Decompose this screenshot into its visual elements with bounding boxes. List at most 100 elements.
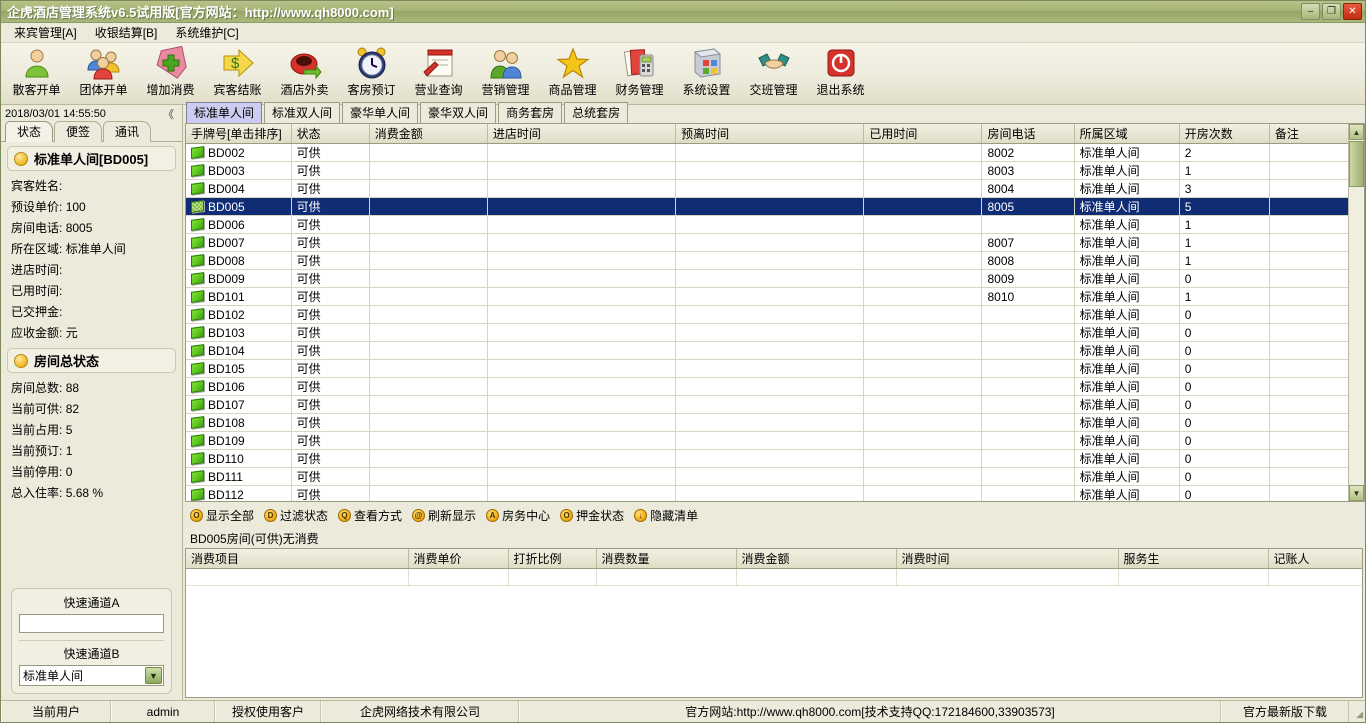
body-container: 2018/03/01 14:55:50 《 状态 便签 通讯 标准单人间[BD0… [1,102,1365,700]
field-area: 所在区域: 标准单人间 [7,238,176,259]
table-row[interactable]: BD005 可供 8005 标准单人间 5 [186,197,1364,216]
col-card-number[interactable]: 手牌号[单击排序] [186,124,292,144]
col-consume-quantity[interactable]: 消费数量 [596,549,737,569]
table-row[interactable]: BD111 可供 标准单人间 0 [186,467,1364,486]
shift-handover-icon [757,46,791,80]
room-number-text: BD102 [208,307,245,322]
toolbar-marketing[interactable]: 营销管理 [472,43,539,103]
tab-business-suite[interactable]: 商务套房 [498,102,563,123]
table-row[interactable]: BD104 可供 标准单人间 0 [186,341,1364,360]
table-row[interactable]: BD107 可供 标准单人间 0 [186,395,1364,414]
col-consume-time[interactable]: 消费时间 [896,549,1119,569]
field-label: 当前预订: [11,444,63,458]
action-hide-list[interactable]: ↓ 隐藏清单 [634,507,698,524]
table-row[interactable]: BD103 可供 标准单人间 0 [186,323,1364,342]
resize-grip-icon[interactable]: ◢ [1349,701,1365,722]
action-refresh[interactable]: @ 刷新显示 [412,507,476,524]
toolbar-goods-management[interactable]: 商品管理 [539,43,606,103]
sidebar-tab-communication[interactable]: 通讯 [103,121,152,142]
col-consume-unit-price[interactable]: 消费单价 [408,549,509,569]
toolbar-exit-system[interactable]: 退出系统 [807,43,874,103]
table-row[interactable]: BD009 可供 8009 标准单人间 0 [186,269,1364,288]
table-row[interactable]: BD002 可供 8002 标准单人间 2 [186,143,1364,162]
toolbar-walkin-order[interactable]: 散客开单 [3,43,70,103]
col-area[interactable]: 所属区域 [1074,124,1180,144]
toolbar-finance-management[interactable]: 财务管理 [606,43,673,103]
room-grid-scroll[interactable]: 手牌号[单击排序] 状态 消费金额 进店时间 预离时间 已用时间 房间电话 所属… [186,124,1364,501]
room-grid-scrollbar[interactable]: ▲ ▼ [1348,124,1364,501]
action-deposit-status[interactable]: O 押金状态 [560,507,624,524]
tab-presidential-suite[interactable]: 总统套房 [564,102,629,123]
col-used-time[interactable]: 已用时间 [863,124,983,144]
table-row[interactable]: BD003 可供 8003 标准单人间 1 [186,161,1364,180]
toolbar-add-consumption[interactable]: 增加消费 [137,43,204,103]
table-row[interactable]: BD102 可供 标准单人间 0 [186,305,1364,324]
action-view-mode[interactable]: Q 查看方式 [338,507,402,524]
field-guest-name: 宾客姓名: [7,175,176,196]
bullet-icon [14,353,28,368]
table-row[interactable]: BD105 可供 标准单人间 0 [186,359,1364,378]
sidebar-tab-status[interactable]: 状态 [5,121,54,142]
col-waiter[interactable]: 服务生 [1118,549,1269,569]
maximize-button[interactable]: ❐ [1322,3,1341,20]
col-status[interactable]: 状态 [291,124,370,144]
action-housekeeping-center[interactable]: A 房务中心 [486,507,550,524]
status-download-link[interactable]: 官方最新版下载 [1221,701,1349,722]
field-label: 当前可供: [11,402,63,416]
action-show-all[interactable]: O 显示全部 [190,507,254,524]
toolbar-business-query[interactable]: 营业查询 [405,43,472,103]
toolbar-system-settings[interactable]: 系统设置 [673,43,740,103]
table-row[interactable]: BD101 可供 8010 标准单人间 1 [186,287,1364,306]
action-filter-status[interactable]: D 过滤状态 [264,507,328,524]
close-button[interactable]: ✕ [1343,3,1362,20]
table-row[interactable]: BD008 可供 8008 标准单人间 1 [186,251,1364,270]
toolbar-guest-checkout[interactable]: $ 宾客结账 [204,43,271,103]
quick-channel-b-select[interactable]: 标准单人间 [19,665,164,686]
table-row[interactable]: BD007 可供 8007 标准单人间 1 [186,233,1364,252]
table-row[interactable]: BD109 可供 标准单人间 0 [186,431,1364,450]
col-open-times[interactable]: 开房次数 [1179,124,1270,144]
col-consume-item[interactable]: 消费项目 [186,549,409,569]
tab-deluxe-single[interactable]: 豪华单人间 [342,102,419,123]
cell-open-times: 3 [1179,179,1270,198]
field-value: 8005 [65,221,93,235]
table-row[interactable] [186,568,1362,586]
col-consume-amount[interactable]: 消费金额 [736,549,897,569]
table-row[interactable]: BD106 可供 标准单人间 0 [186,377,1364,396]
col-discount-ratio[interactable]: 打折比例 [508,549,597,569]
scroll-up-icon[interactable]: ▲ [1349,124,1364,140]
scroll-down-icon[interactable]: ▼ [1349,485,1364,501]
tab-deluxe-double[interactable]: 豪华双人间 [420,102,497,123]
table-row[interactable]: BD004 可供 8004 标准单人间 3 [186,179,1364,198]
menu-guest-management[interactable]: 来宾管理[A] [5,22,86,43]
cell-used-time [863,341,983,360]
menu-cashier-settlement[interactable]: 收银结算[B] [86,22,167,43]
table-row[interactable]: BD110 可供 标准单人间 0 [186,449,1364,468]
sidebar-tab-notes[interactable]: 便签 [54,121,103,142]
cell-used-time [863,143,983,162]
cell-card-number: BD004 [186,179,292,198]
quick-access-panel: 快速通道A 快速通道B 标准单人间 ▼ [11,588,172,694]
minimize-button[interactable]: – [1301,3,1320,20]
col-room-phone[interactable]: 房间电话 [981,124,1075,144]
tab-standard-single[interactable]: 标准单人间 [186,102,263,123]
scrollbar-thumb[interactable] [1349,141,1364,187]
toolbar-hotel-takeout[interactable]: 酒店外卖 [271,43,338,103]
toolbar-label: 散客开单 [12,83,61,97]
toolbar-room-reservation[interactable]: 客房预订 [338,43,405,103]
cell-used-time [863,179,983,198]
cell-area: 标准单人间 [1074,215,1180,234]
toolbar-shift-handover[interactable]: 交班管理 [740,43,807,103]
col-bookkeeper[interactable]: 记账人 [1268,549,1362,569]
toolbar-group-order[interactable]: 团体开单 [70,43,137,103]
table-row[interactable]: BD108 可供 标准单人间 0 [186,413,1364,432]
col-expected-leave-time[interactable]: 预离时间 [675,124,865,144]
table-row[interactable]: BD112 可供 标准单人间 0 [186,485,1364,501]
table-row[interactable]: BD006 可供 标准单人间 1 [186,215,1364,234]
menu-system-maintenance[interactable]: 系统维护[C] [166,22,247,43]
tab-standard-double[interactable]: 标准双人间 [264,102,341,123]
col-checkin-time[interactable]: 进店时间 [487,124,677,144]
col-consumption-amount[interactable]: 消费金额 [369,124,488,144]
quick-channel-a-input[interactable] [19,614,164,633]
collapse-sidebar-icon[interactable]: 《 [163,106,178,122]
